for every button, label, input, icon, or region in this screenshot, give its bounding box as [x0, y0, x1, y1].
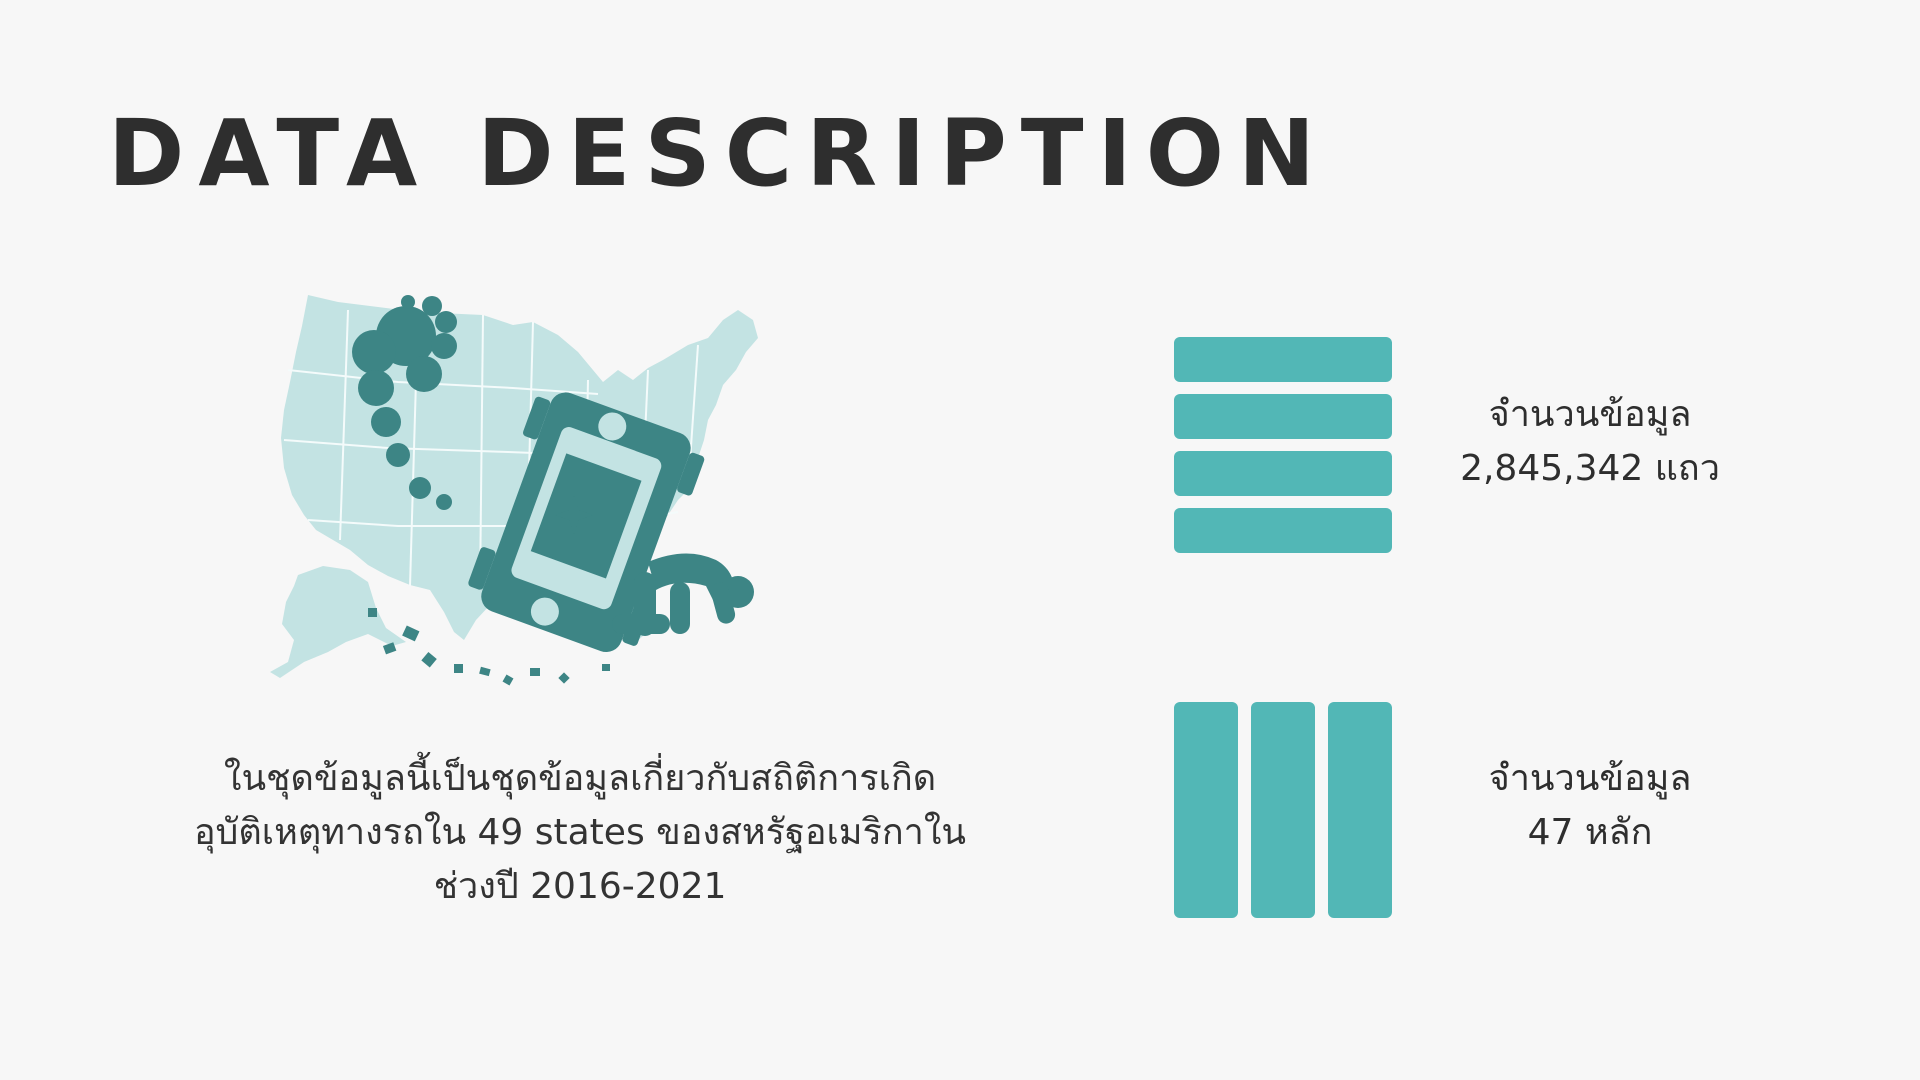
alaska-map — [270, 566, 406, 678]
row-count-stat: จำนวนข้อมูล 2,845,342 แถว — [1400, 388, 1780, 496]
row-bar — [1174, 508, 1392, 553]
row-count-label: จำนวนข้อมูล — [1488, 394, 1692, 435]
row-bar — [1174, 394, 1392, 439]
column-count-label: จำนวนข้อมูล — [1488, 758, 1692, 799]
dataset-description: ในชุดข้อมูลนี้เป็นชุดข้อมูลเกี่ยวกับสถิต… — [120, 752, 1040, 914]
column-count-stat: จำนวนข้อมูล 47 หลัก — [1400, 752, 1780, 860]
table-columns-icon — [1174, 702, 1392, 918]
row-bar — [1174, 337, 1392, 382]
column-bar — [1328, 702, 1392, 918]
column-bar — [1174, 702, 1238, 918]
us-map-svg — [270, 295, 758, 686]
page-title: DATA DESCRIPTION — [108, 100, 1329, 207]
column-count-value: 47 หลัก — [1527, 812, 1653, 853]
us-map-accident-illustration — [268, 290, 884, 710]
description-line: อุบัติเหตุทางรถใน 49 states ของสหรัฐอเมร… — [193, 812, 967, 853]
row-count-value: 2,845,342 แถว — [1460, 448, 1720, 489]
description-line: ช่วงปี 2016-2021 — [433, 866, 727, 907]
description-line: ในชุดข้อมูลนี้เป็นชุดข้อมูลเกี่ยวกับสถิต… — [223, 758, 937, 799]
row-bar — [1174, 451, 1392, 496]
column-bar — [1251, 702, 1315, 918]
table-rows-icon — [1174, 337, 1392, 553]
